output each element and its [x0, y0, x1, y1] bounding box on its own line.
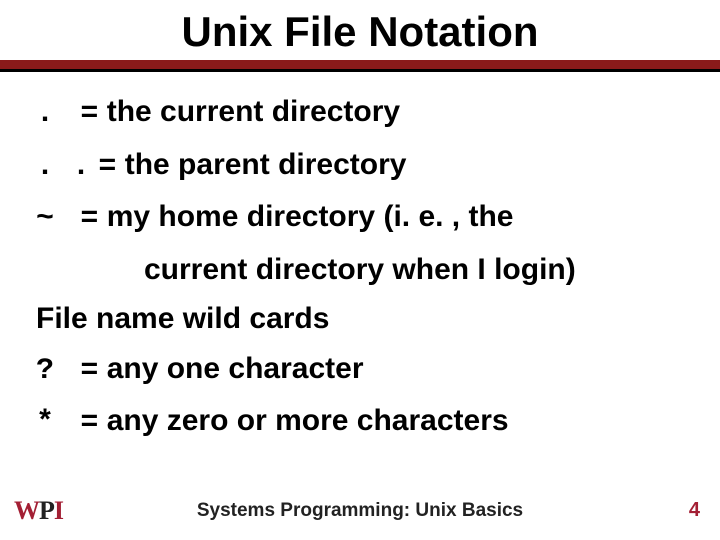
notation-qmark: ? = any one character: [36, 347, 690, 394]
notation-dotdot: . . = the parent directory: [36, 143, 690, 190]
desc-star: any zero or more characters: [107, 404, 509, 437]
symbol-tilde: ~: [36, 198, 72, 242]
header-underline: [0, 60, 720, 72]
notation-star: * = any zero or more characters: [36, 399, 690, 446]
desc-dotdot: the parent directory: [125, 148, 407, 181]
symbol-dot: .: [36, 93, 72, 137]
wildcards-header-text: File name wild cards: [36, 302, 329, 335]
slide-body: . = the current directory . . = the pare…: [0, 72, 720, 446]
symbol-star: *: [36, 402, 72, 446]
desc-tilde: my home directory (i. e. , the: [107, 200, 514, 233]
notation-tilde: ~ = my home directory (i. e. , the: [36, 195, 690, 242]
wildcards-header: File name wild cards: [36, 297, 690, 341]
footer-caption: Systems Programming: Unix Basics: [0, 500, 720, 522]
notation-tilde-cont: current directory when I login): [36, 248, 690, 292]
equals: =: [80, 406, 98, 440]
equals: =: [80, 97, 98, 131]
slide-header: Unix File Notation: [0, 0, 720, 72]
desc-qmark: any one character: [107, 352, 364, 385]
page-number: 4: [689, 499, 700, 522]
slide-title: Unix File Notation: [0, 0, 720, 60]
symbol-qmark: ?: [36, 350, 72, 394]
symbol-dotdot: . .: [36, 146, 90, 190]
equals: =: [80, 354, 98, 388]
slide-footer: WPI Systems Programming: Unix Basics 4: [0, 482, 720, 532]
desc-tilde-cont: current directory when I login): [144, 253, 576, 286]
equals: =: [80, 202, 98, 236]
notation-dot: . = the current directory: [36, 90, 690, 137]
desc-dot: the current directory: [107, 95, 400, 128]
equals: =: [98, 150, 116, 184]
